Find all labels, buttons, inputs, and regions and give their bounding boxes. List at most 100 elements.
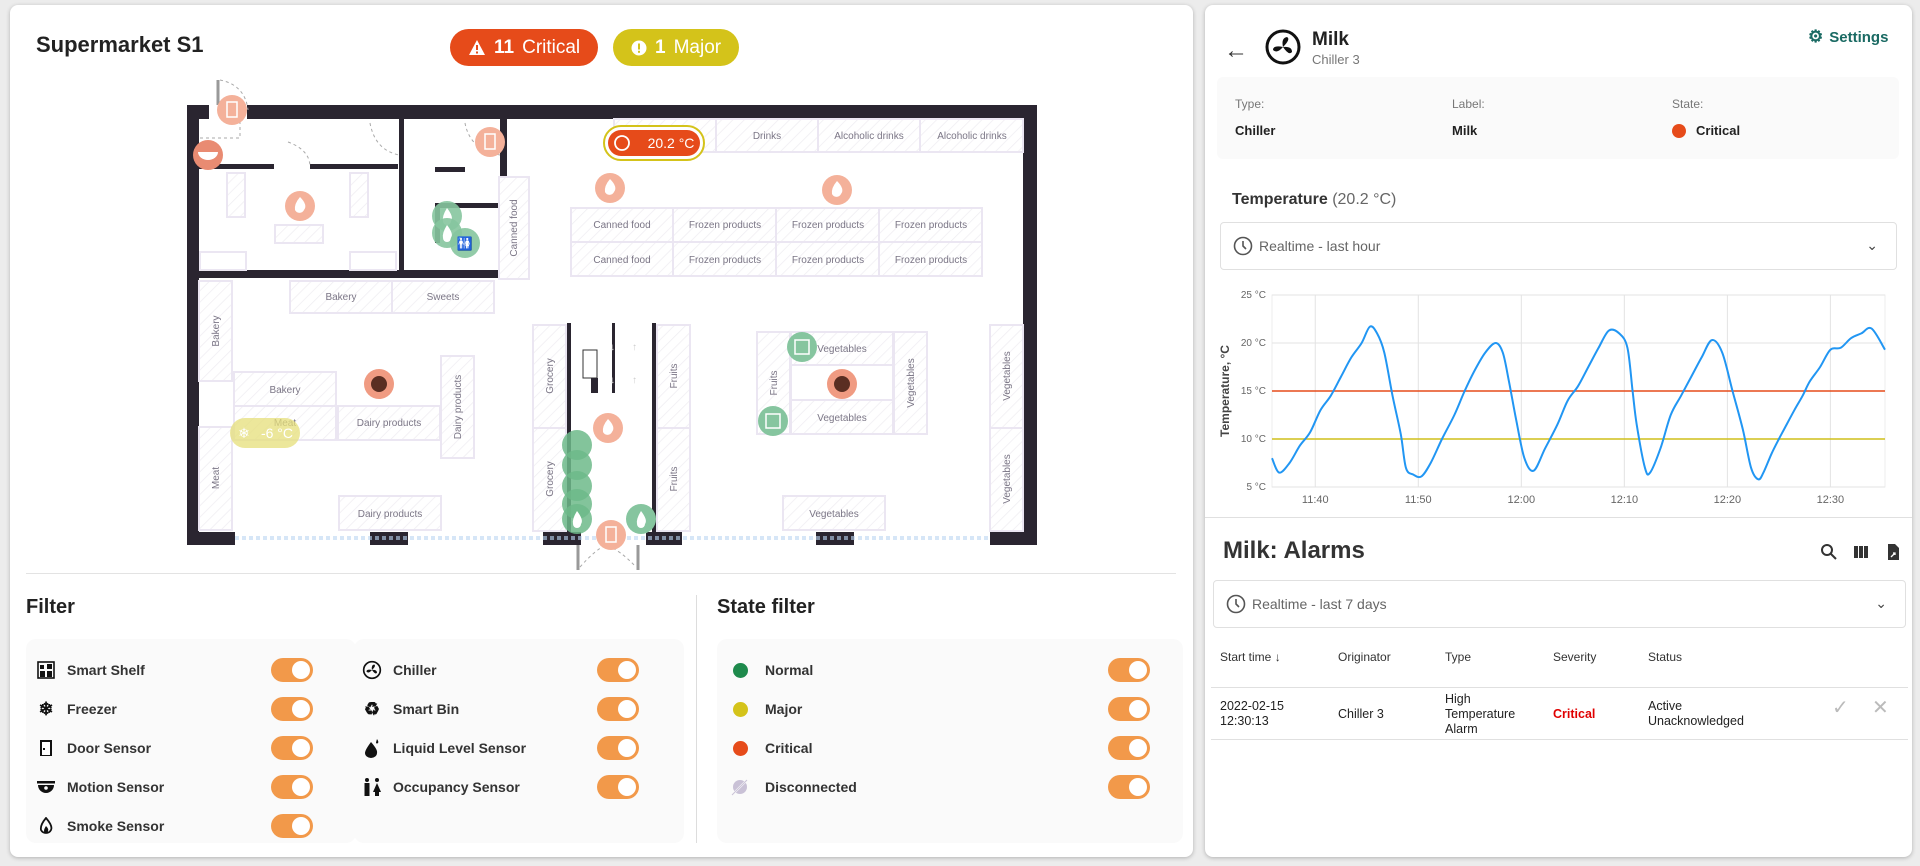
recycle-icon: ♻ bbox=[363, 698, 381, 719]
column-status[interactable]: Status bbox=[1648, 650, 1682, 664]
toggle-switch[interactable] bbox=[271, 814, 313, 838]
x-tick-label: 11:40 bbox=[1302, 494, 1329, 506]
occupancy-sensor-marker[interactable]: 🚻 bbox=[450, 228, 480, 258]
toggle-switch[interactable] bbox=[271, 697, 313, 721]
originator: Chiller 3 bbox=[1338, 707, 1384, 721]
shelf-frozen: Frozen products bbox=[672, 241, 777, 277]
device-name: Milk bbox=[1312, 29, 1349, 50]
shelf-frozen: Frozen products bbox=[878, 241, 983, 277]
acknowledge-check-icon[interactable]: ✓ bbox=[1832, 698, 1849, 718]
type-line: Temperature bbox=[1445, 707, 1516, 721]
clear-x-icon[interactable]: ✕ bbox=[1872, 698, 1889, 718]
smoke-sensor-marker[interactable] bbox=[827, 369, 857, 399]
smoke-sensor-marker[interactable] bbox=[364, 369, 394, 399]
chevron-down-icon: ⌄ bbox=[1866, 237, 1878, 253]
timewindow-label: Realtime - last hour bbox=[1259, 238, 1381, 254]
door-sensor-marker[interactable] bbox=[475, 127, 505, 157]
x-tick-label: 12:10 bbox=[1611, 494, 1639, 506]
shelf-frozen: Frozen products bbox=[775, 207, 880, 243]
chiller-readout[interactable]: 20.2 °C bbox=[603, 125, 705, 161]
svg-text:Bakery: Bakery bbox=[325, 292, 356, 303]
timewindow-label: Realtime - last 7 days bbox=[1252, 596, 1387, 612]
toggle-switch[interactable] bbox=[597, 736, 639, 760]
smoke-sensor-marker[interactable] bbox=[593, 413, 623, 443]
smoke-sensor-marker[interactable] bbox=[595, 173, 625, 203]
toggle-switch[interactable] bbox=[271, 658, 313, 682]
state-filter-title: State filter bbox=[717, 596, 815, 618]
liquid-level-marker[interactable] bbox=[562, 504, 592, 534]
toggle-switch[interactable] bbox=[271, 736, 313, 760]
state-dot bbox=[732, 740, 748, 756]
temperature-timewindow-select[interactable]: Realtime - last hour ⌄ bbox=[1220, 222, 1897, 270]
toggle-switch[interactable] bbox=[271, 775, 313, 799]
smart-shelf-marker[interactable] bbox=[787, 332, 817, 362]
settings-button[interactable]: ⚙ Settings bbox=[1808, 27, 1888, 47]
toggle-switch[interactable] bbox=[1108, 697, 1150, 721]
filter-label: Smart Shelf bbox=[67, 662, 145, 678]
status-line: Active bbox=[1648, 699, 1683, 713]
alarms-timewindow-select[interactable]: Realtime - last 7 days ⌄ bbox=[1213, 580, 1906, 628]
shelf-dairy: Dairy products bbox=[440, 355, 475, 459]
back-arrow-icon[interactable]: ← bbox=[1224, 37, 1248, 65]
table-divider bbox=[1211, 739, 1908, 740]
fan-icon bbox=[361, 659, 383, 681]
freezer-readout[interactable]: ❄ -6 °C bbox=[230, 418, 300, 448]
filter-item-door-sensor: Door Sensor bbox=[35, 734, 151, 762]
gear-icon: ⚙ bbox=[1808, 27, 1824, 46]
smart-shelf-marker[interactable] bbox=[758, 406, 788, 436]
state-dot bbox=[732, 662, 748, 678]
liquid-level-marker[interactable] bbox=[626, 504, 656, 534]
svg-text:Vegetables: Vegetables bbox=[817, 413, 867, 424]
smart-shelf-icon bbox=[35, 659, 57, 681]
y-tick-label: 5 °C bbox=[1246, 482, 1266, 493]
svg-text:↑: ↑ bbox=[632, 375, 637, 386]
columns-icon[interactable] bbox=[1852, 543, 1870, 561]
temperature-current: (20.2 °C) bbox=[1332, 191, 1397, 208]
toggle-switch[interactable] bbox=[1108, 736, 1150, 760]
shelf-grocery: Grocery bbox=[532, 324, 567, 429]
shelf-canned-food: Canned food bbox=[498, 176, 530, 280]
column-severity[interactable]: Severity bbox=[1553, 650, 1596, 664]
search-icon[interactable] bbox=[1820, 543, 1838, 561]
toggle-switch[interactable] bbox=[597, 697, 639, 721]
door-sensor-marker[interactable] bbox=[217, 95, 247, 125]
smoke-sensor-marker[interactable] bbox=[822, 175, 852, 205]
state-filter-item-critical: Critical bbox=[729, 734, 812, 762]
svg-text:Vegetables: Vegetables bbox=[817, 344, 867, 355]
type-line: Alarm bbox=[1445, 722, 1478, 736]
svg-text:Fruits: Fruits bbox=[669, 364, 680, 389]
toggle-switch[interactable] bbox=[597, 775, 639, 799]
major-alarms-badge[interactable]: 1 Major bbox=[613, 29, 740, 66]
shelf-bakery: Bakery bbox=[198, 280, 233, 382]
svg-text:Vegetables: Vegetables bbox=[1002, 454, 1013, 504]
divider bbox=[26, 573, 1176, 574]
toggle-switch[interactable] bbox=[1108, 658, 1150, 682]
export-file-icon[interactable] bbox=[1884, 543, 1902, 561]
motion-sensor-marker[interactable] bbox=[193, 140, 223, 170]
state-label: Normal bbox=[765, 662, 814, 678]
svg-text:Canned food: Canned food bbox=[509, 199, 520, 256]
wall bbox=[187, 532, 235, 545]
svg-text:Fruits: Fruits bbox=[769, 371, 780, 396]
door-sensor-marker[interactable] bbox=[596, 520, 626, 550]
critical-alarms-badge[interactable]: 11 Critical bbox=[450, 29, 599, 66]
x-tick-label: 12:20 bbox=[1714, 494, 1742, 506]
shelf-vegetables: Vegetables bbox=[989, 324, 1024, 429]
type-label: Type: bbox=[1235, 97, 1265, 111]
column-start-time[interactable]: Start time ↓ bbox=[1220, 650, 1281, 664]
svg-text:Alcoholic drinks: Alcoholic drinks bbox=[834, 131, 903, 142]
filter-label: Motion Sensor bbox=[67, 779, 165, 795]
floor-plan: ↓ ↓ ↑ ↑ Drinks Alcoholic drinks Alcoholi… bbox=[187, 79, 1037, 570]
fan-icon bbox=[1265, 29, 1301, 65]
column-type[interactable]: Type bbox=[1445, 650, 1471, 664]
toggle-switch[interactable] bbox=[597, 658, 639, 682]
clock-icon bbox=[1226, 594, 1246, 614]
shelf-canned-food: Canned food bbox=[570, 241, 674, 277]
table-divider bbox=[1211, 687, 1908, 688]
column-originator[interactable]: Originator bbox=[1338, 650, 1391, 664]
shelf-drinks: Drinks bbox=[715, 118, 819, 153]
toggle-switch[interactable] bbox=[1108, 775, 1150, 799]
shelf-frozen: Frozen products bbox=[672, 207, 777, 243]
smoke-sensor-marker[interactable] bbox=[285, 191, 315, 221]
settings-label: Settings bbox=[1829, 28, 1889, 46]
